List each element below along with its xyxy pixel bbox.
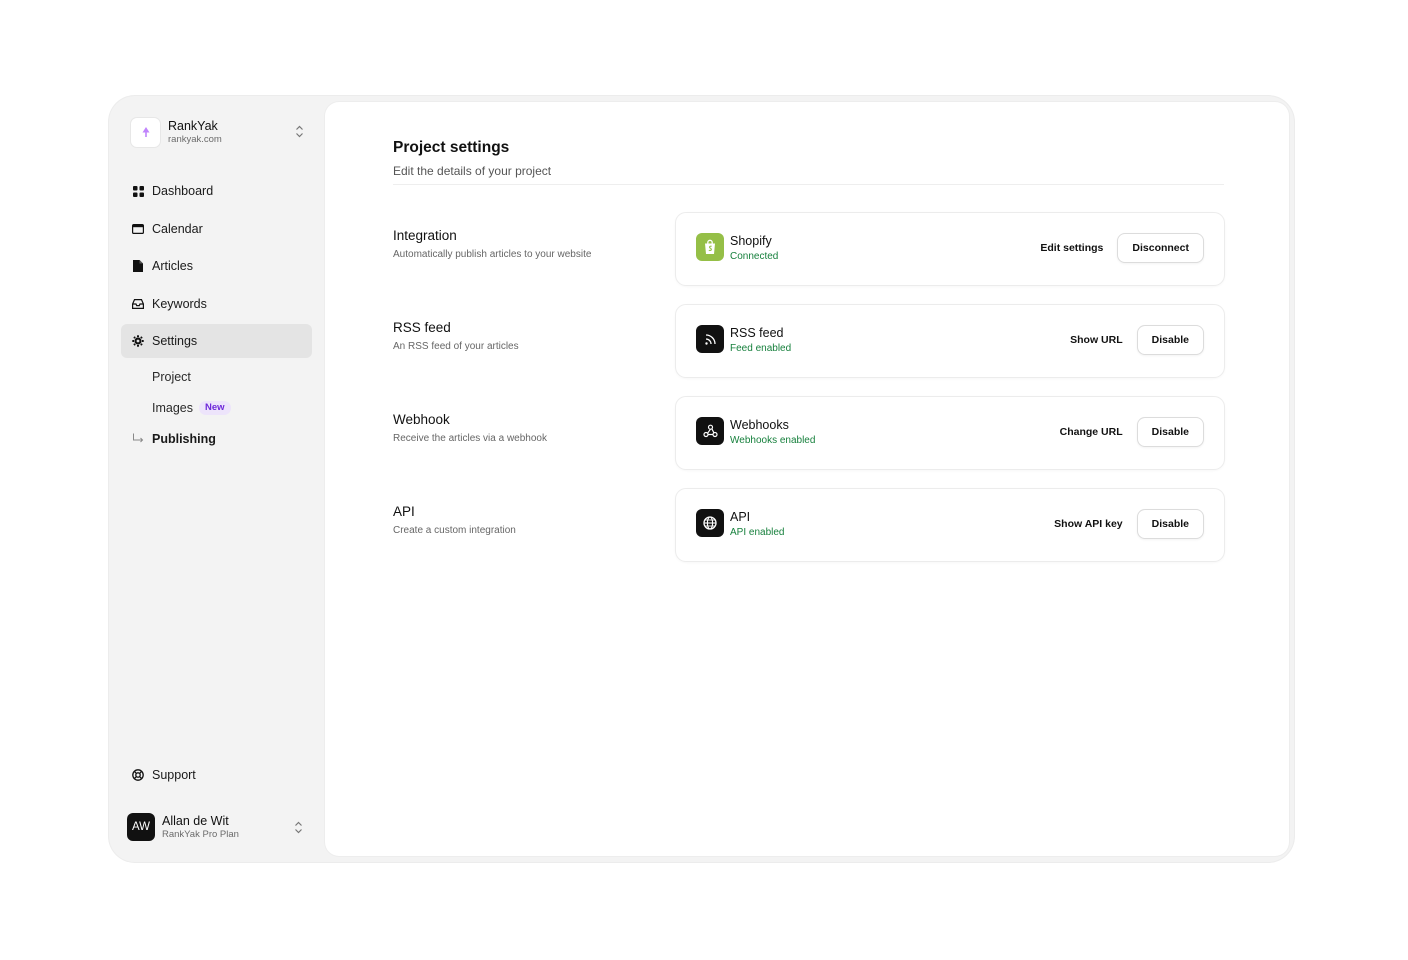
- sidebar-item-label: Dashboard: [152, 184, 214, 198]
- sidebar-item-articles[interactable]: Articles: [121, 249, 312, 283]
- integration-name: Shopify: [730, 234, 772, 248]
- user-menu[interactable]: AW Allan de Wit RankYak Pro Plan: [127, 812, 303, 842]
- rss-icon: [696, 325, 724, 353]
- grid-icon: [132, 185, 144, 197]
- project-switcher[interactable]: RankYak rankyak.com: [130, 116, 304, 148]
- settings-row-webhook: Webhook Receive the articles via a webho…: [393, 396, 1225, 470]
- status-label: Connected: [730, 250, 779, 262]
- rankyak-logo-icon: [130, 116, 161, 148]
- webhook-icon: [696, 417, 724, 445]
- globe-icon: [696, 509, 724, 537]
- section-title: API: [393, 504, 415, 519]
- disable-button[interactable]: Disable: [1136, 325, 1204, 355]
- sidebar-item-label: Calendar: [152, 221, 203, 236]
- sidebar-item-keywords[interactable]: Keywords: [121, 287, 312, 321]
- sidebar-item-label: Publishing: [152, 431, 216, 446]
- user-name: Allan de Wit: [162, 813, 229, 828]
- section-title: Webhook: [393, 412, 450, 427]
- sidebar-item-support[interactable]: Support: [121, 758, 312, 792]
- sidebar-item-publishing[interactable]: Publishing: [121, 424, 312, 454]
- gear-icon: [132, 335, 144, 347]
- section-description: Receive the articles via a webhook: [393, 433, 547, 444]
- edit-settings-button[interactable]: Edit settings: [1040, 242, 1103, 254]
- rss-card: RSS feed Feed enabled Show URL Disable: [675, 304, 1225, 378]
- page-header: Project settings Edit the details of you…: [393, 139, 1225, 178]
- inbox-icon: [132, 298, 144, 310]
- app-frame: RankYak rankyak.com Dashboard Calendar A…: [109, 96, 1294, 862]
- sidebar-subitem-images[interactable]: Images New: [121, 393, 312, 424]
- new-badge: New: [199, 401, 231, 415]
- sidebar-item-settings[interactable]: Settings: [121, 324, 312, 358]
- disable-button[interactable]: Disable: [1136, 509, 1204, 539]
- user-plan: RankYak Pro Plan: [162, 829, 239, 840]
- sidebar-subitem-project[interactable]: Project: [121, 362, 312, 393]
- settings-row-api: API Create a custom integration API API …: [393, 488, 1225, 562]
- document-icon: [132, 260, 144, 272]
- webhook-card: Webhooks Webhooks enabled Change URL Dis…: [675, 396, 1225, 470]
- chevron-updown-icon: [294, 124, 304, 138]
- main-content: Project settings Edit the details of you…: [325, 102, 1289, 856]
- section-description: Create a custom integration: [393, 525, 516, 536]
- chevron-updown-icon: [293, 820, 303, 834]
- sidebar-item-dashboard[interactable]: Dashboard: [121, 174, 312, 208]
- show-url-button[interactable]: Show URL: [1070, 334, 1123, 346]
- section-title: Integration: [393, 228, 457, 243]
- sidebar-item-label: Support: [152, 768, 196, 782]
- api-card: API API enabled Show API key Disable: [675, 488, 1225, 562]
- disconnect-button[interactable]: Disconnect: [1117, 233, 1204, 263]
- lifebuoy-icon: [132, 769, 144, 781]
- change-url-button[interactable]: Change URL: [1060, 426, 1123, 438]
- sidebar-item-label: Project: [152, 370, 191, 384]
- settings-row-rss: RSS feed An RSS feed of your articles RS…: [393, 304, 1225, 378]
- sidebar: RankYak rankyak.com Dashboard Calendar A…: [109, 96, 325, 862]
- shopify-icon: [696, 233, 724, 261]
- sidebar-item-label: Keywords: [152, 296, 207, 311]
- corner-down-right-icon: [132, 433, 144, 445]
- settings-row-integration: Integration Automatically publish articl…: [393, 212, 1225, 286]
- sidebar-item-calendar[interactable]: Calendar: [121, 212, 312, 246]
- project-domain: rankyak.com: [168, 134, 222, 145]
- integration-name: RSS feed: [730, 326, 784, 340]
- section-description: An RSS feed of your articles: [393, 341, 519, 352]
- integration-name: Webhooks: [730, 418, 789, 432]
- sidebar-item-label: Settings: [152, 334, 198, 348]
- sidebar-item-label: Articles: [152, 259, 193, 273]
- page-title: Project settings: [393, 139, 510, 156]
- integration-card: Shopify Connected Edit settings Disconne…: [675, 212, 1225, 286]
- integration-name: API: [730, 510, 751, 524]
- page-subtitle: Edit the details of your project: [393, 164, 552, 178]
- project-name: RankYak: [168, 118, 218, 133]
- status-label: Feed enabled: [730, 342, 792, 354]
- avatar: AW: [127, 813, 155, 841]
- section-description: Automatically publish articles to your w…: [393, 249, 592, 260]
- status-label: Webhooks enabled: [730, 434, 816, 446]
- status-label: API enabled: [730, 526, 785, 538]
- calendar-icon: [132, 223, 144, 235]
- sidebar-item-label: Images: [152, 401, 193, 415]
- disable-button[interactable]: Disable: [1136, 417, 1204, 447]
- sidebar-nav: Dashboard Calendar Articles Keywords Set…: [121, 174, 312, 457]
- divider: [393, 184, 1224, 185]
- section-title: RSS feed: [393, 320, 451, 335]
- show-api-key-button[interactable]: Show API key: [1054, 518, 1122, 530]
